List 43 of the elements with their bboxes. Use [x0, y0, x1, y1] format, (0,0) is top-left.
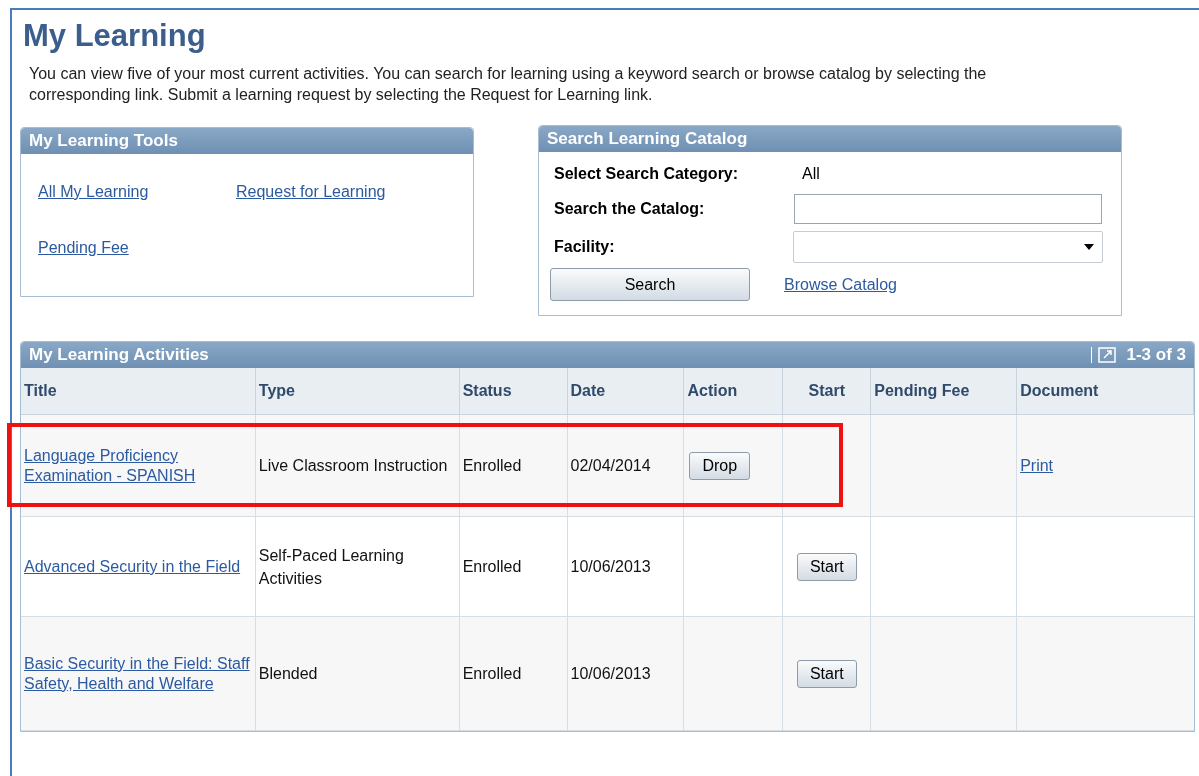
category-value: All: [802, 164, 820, 184]
column-header: Start: [783, 368, 872, 414]
start-button[interactable]: Start: [796, 552, 857, 581]
column-header: Status: [459, 368, 568, 414]
print-link[interactable]: Print: [1020, 454, 1054, 477]
dropdown-arrow-icon: [1084, 244, 1094, 250]
table-cell-text: 10/06/2013: [570, 664, 651, 684]
field-label: Facility:: [554, 237, 616, 257]
drop-button[interactable]: Drop: [689, 451, 751, 480]
column-header: Document: [1017, 368, 1194, 414]
catalog-search-field[interactable]: [794, 194, 1102, 224]
column-header: Action: [684, 368, 784, 414]
table-cell-text: Live Classroom Instruction: [258, 456, 448, 476]
panel-header: My Learning Tools: [21, 128, 473, 154]
table-cell-text: Enrolled: [462, 557, 522, 577]
course-title-link[interactable]: Basic Security in the Field: Staff Safety, Health and Welfare: [24, 653, 252, 694]
column-header: Type: [255, 368, 460, 414]
table-cell-text: 10/06/2013: [570, 557, 651, 577]
column-header: Title: [21, 368, 256, 414]
tool-link[interactable]: Pending Fee: [38, 236, 129, 260]
field-label: Search the Catalog:: [554, 199, 706, 219]
tool-link[interactable]: All My Learning: [38, 180, 149, 204]
table-cell-text: Blended: [258, 664, 318, 684]
table-cell-text: Enrolled: [462, 456, 522, 476]
facility-dropdown[interactable]: [792, 231, 1103, 263]
tool-link[interactable]: Request for Learning: [236, 180, 386, 204]
search-button[interactable]: Search: [550, 268, 750, 301]
row-count: 1-3 of 3: [1126, 344, 1186, 367]
course-title-link[interactable]: Language Proficiency Examination - SPANISH: [24, 445, 252, 486]
table-cell-text: Enrolled: [462, 664, 522, 684]
column-header: Date: [567, 368, 685, 414]
grid-title: My Learning Activities: [29, 344, 209, 367]
browse-catalog-link[interactable]: Browse Catalog: [784, 272, 897, 297]
table-cell-text: 02/04/2014: [570, 456, 651, 476]
course-title-link[interactable]: Advanced Security in the Field: [24, 556, 241, 577]
page-title: My Learning: [23, 20, 207, 51]
panel-header: Search Learning Catalog: [539, 126, 1121, 152]
table-cell-text: Self-Paced Learning Activities: [258, 545, 405, 589]
start-button[interactable]: Start: [796, 659, 857, 688]
column-header: Pending Fee: [871, 368, 1018, 414]
field-label: Select Search Category:: [554, 164, 740, 184]
intro-text: You can view five of your most current activities. You can search for learning using a keyword search or browse catalog by selecting the corresponding link. Submit a learning request by selecting the Request for Learning link.: [29, 64, 988, 105]
popout-icon[interactable]: [1098, 347, 1117, 363]
